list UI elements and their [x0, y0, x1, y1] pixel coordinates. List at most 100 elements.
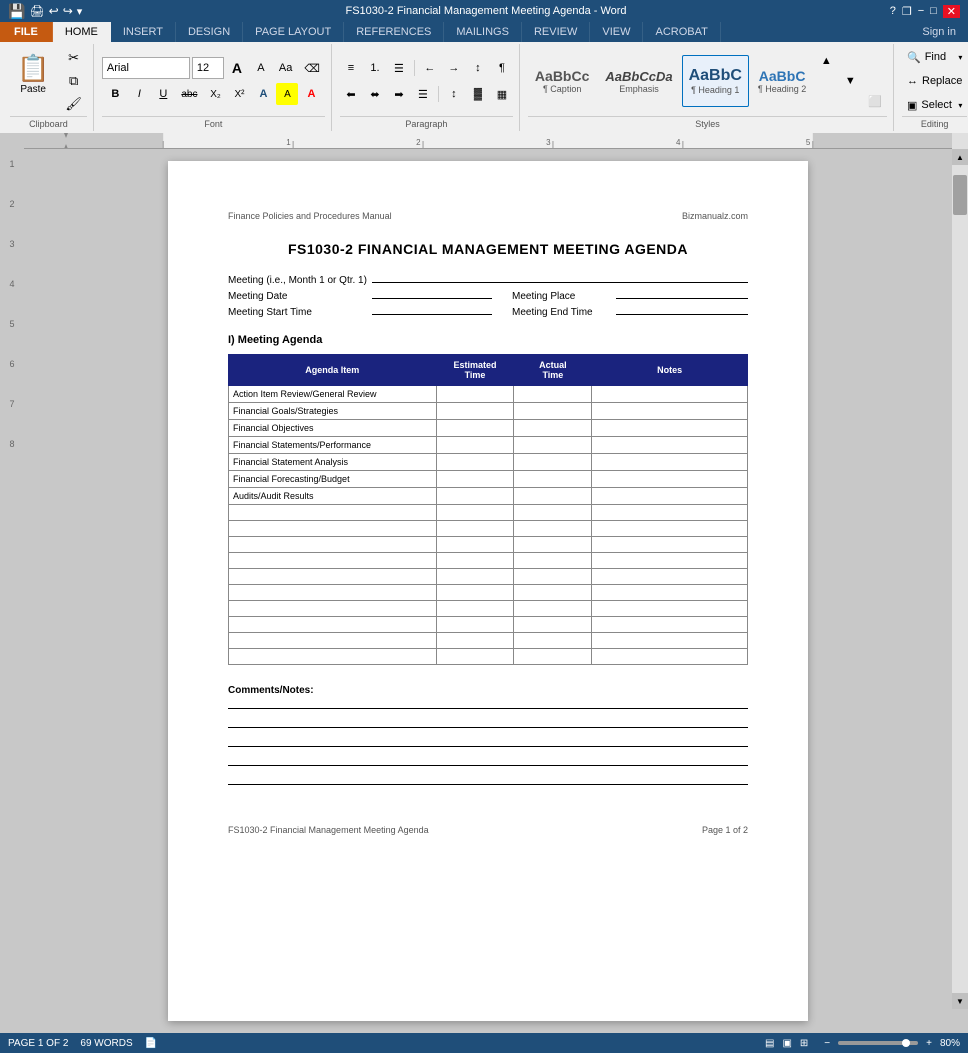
grow-font-button[interactable]: A [226, 57, 248, 79]
select-button[interactable]: ▣ Select ▾ [902, 94, 967, 116]
table-cell-est [436, 617, 514, 633]
restore-button[interactable]: ❐ [902, 5, 912, 18]
font-size-selector[interactable]: 12 [192, 57, 224, 79]
table-cell-notes [592, 521, 748, 537]
tab-insert[interactable]: INSERT [111, 22, 176, 42]
table-cell-act [514, 633, 592, 649]
meeting-place-label: Meeting Place [512, 291, 612, 302]
styles-scroll-down[interactable]: ▼ [839, 70, 861, 92]
underline-button[interactable]: U [152, 83, 174, 105]
table-row: Financial Statements/Performance [229, 437, 748, 454]
shading-button[interactable]: ▓ [467, 83, 489, 105]
table-cell-est [436, 386, 514, 403]
table-cell-est [436, 633, 514, 649]
table-row [229, 617, 748, 633]
find-button[interactable]: 🔍 Find ▾ [902, 46, 967, 68]
tab-view[interactable]: VIEW [590, 22, 643, 42]
font-color-button[interactable]: A [300, 83, 322, 105]
scroll-up-button[interactable]: ▲ [952, 149, 968, 165]
styles-expand[interactable]: ⬜ [863, 90, 887, 112]
styles-scroll-up[interactable]: ▲ [815, 50, 837, 72]
close-button[interactable]: ✕ [943, 5, 960, 18]
strikethrough-button[interactable]: abc [176, 83, 202, 105]
agenda-table: Agenda Item EstimatedTime ActualTime Not… [228, 354, 748, 665]
number-list-button[interactable]: 1. [364, 57, 386, 79]
tab-home[interactable]: HOME [53, 22, 111, 42]
tab-review[interactable]: REVIEW [522, 22, 590, 42]
table-cell-act [514, 505, 592, 521]
line-spacing-button[interactable]: ↕ [443, 83, 465, 105]
bold-button[interactable]: B [104, 83, 126, 105]
table-cell-item: Action Item Review/General Review [229, 386, 437, 403]
align-right-button[interactable]: ➡ [388, 83, 410, 105]
justify-button[interactable]: ☰ [412, 83, 434, 105]
minimize-button[interactable]: − [918, 5, 924, 17]
scroll-track[interactable] [952, 165, 968, 993]
table-row: Financial Objectives [229, 420, 748, 437]
tab-page-layout[interactable]: PAGE LAYOUT [243, 22, 344, 42]
paragraph-group-label: Paragraph [340, 116, 513, 129]
sign-in-button[interactable]: Sign in [910, 22, 968, 42]
clear-formatting-button[interactable]: ⌫ [299, 57, 325, 79]
table-cell-act [514, 521, 592, 537]
table-cell-est [436, 553, 514, 569]
table-cell-est [436, 471, 514, 488]
view-print-button[interactable]: ▣ [782, 1038, 791, 1049]
italic-button[interactable]: I [128, 83, 150, 105]
svg-text:2: 2 [416, 138, 421, 147]
view-normal-button[interactable]: ▤ [765, 1038, 774, 1049]
table-cell-item [229, 521, 437, 537]
decrease-indent-button[interactable]: ← [419, 57, 441, 79]
shrink-font-button[interactable]: A [250, 57, 272, 79]
table-cell-notes [592, 601, 748, 617]
tab-file[interactable]: FILE [0, 22, 53, 42]
font-name-selector[interactable]: Arial [102, 57, 190, 79]
style-heading1[interactable]: AaBbC ¶ Heading 1 [682, 55, 749, 107]
maximize-button[interactable]: □ [930, 5, 937, 17]
change-case-button[interactable]: Aa [274, 57, 297, 79]
style-caption[interactable]: AaBbCc ¶ Caption [528, 55, 596, 107]
superscript-button[interactable]: X² [228, 83, 250, 105]
tab-design[interactable]: DESIGN [176, 22, 243, 42]
table-cell-item [229, 537, 437, 553]
cut-button[interactable]: ✂ [60, 47, 87, 69]
scroll-down-button[interactable]: ▼ [952, 993, 968, 1009]
zoom-thumb[interactable] [902, 1039, 910, 1047]
document-page[interactable]: Finance Policies and Procedures Manual B… [168, 161, 808, 1021]
text-effect-button[interactable]: A [252, 83, 274, 105]
increase-indent-button[interactable]: → [443, 57, 465, 79]
table-row: Financial Statement Analysis [229, 454, 748, 471]
zoom-slider[interactable] [838, 1041, 918, 1045]
style-emphasis[interactable]: AaBbCcDa Emphasis [598, 55, 679, 107]
vertical-scrollbar[interactable]: ▲ ▼ [952, 149, 968, 1009]
replace-button[interactable]: ↔ Replace [902, 70, 967, 92]
paste-button[interactable]: 📋 Paste [10, 46, 56, 102]
format-painter-button[interactable]: 🖌 [60, 93, 87, 115]
help-button[interactable]: ? [890, 5, 896, 17]
table-cell-notes [592, 537, 748, 553]
table-cell-item [229, 601, 437, 617]
borders-button[interactable]: ▦ [491, 83, 513, 105]
highlight-button[interactable]: A [276, 83, 298, 105]
view-web-button[interactable]: ⊞ [800, 1038, 808, 1049]
table-cell-notes [592, 633, 748, 649]
copy-button[interactable]: ⧉ [60, 70, 87, 92]
sort-button[interactable]: ↕ [467, 57, 489, 79]
tab-references[interactable]: REFERENCES [344, 22, 444, 42]
align-center-button[interactable]: ⬌ [364, 83, 386, 105]
style-heading2[interactable]: AaBbC ¶ Heading 2 [751, 55, 813, 107]
tab-acrobat[interactable]: ACROBAT [643, 22, 720, 42]
table-header-est: EstimatedTime [436, 355, 514, 386]
align-left-button[interactable]: ⬅ [340, 83, 362, 105]
bullet-list-button[interactable]: ≡ [340, 57, 362, 79]
comment-line-5 [228, 784, 748, 785]
subscript-button[interactable]: X₂ [204, 83, 226, 105]
scroll-thumb[interactable] [953, 175, 967, 215]
table-cell-est [436, 454, 514, 471]
editing-group-label: Editing [902, 116, 967, 129]
tab-mailings[interactable]: MAILINGS [444, 22, 522, 42]
table-row [229, 585, 748, 601]
multilevel-list-button[interactable]: ☰ [388, 57, 410, 79]
show-hide-button[interactable]: ¶ [491, 57, 513, 79]
table-cell-est [436, 601, 514, 617]
